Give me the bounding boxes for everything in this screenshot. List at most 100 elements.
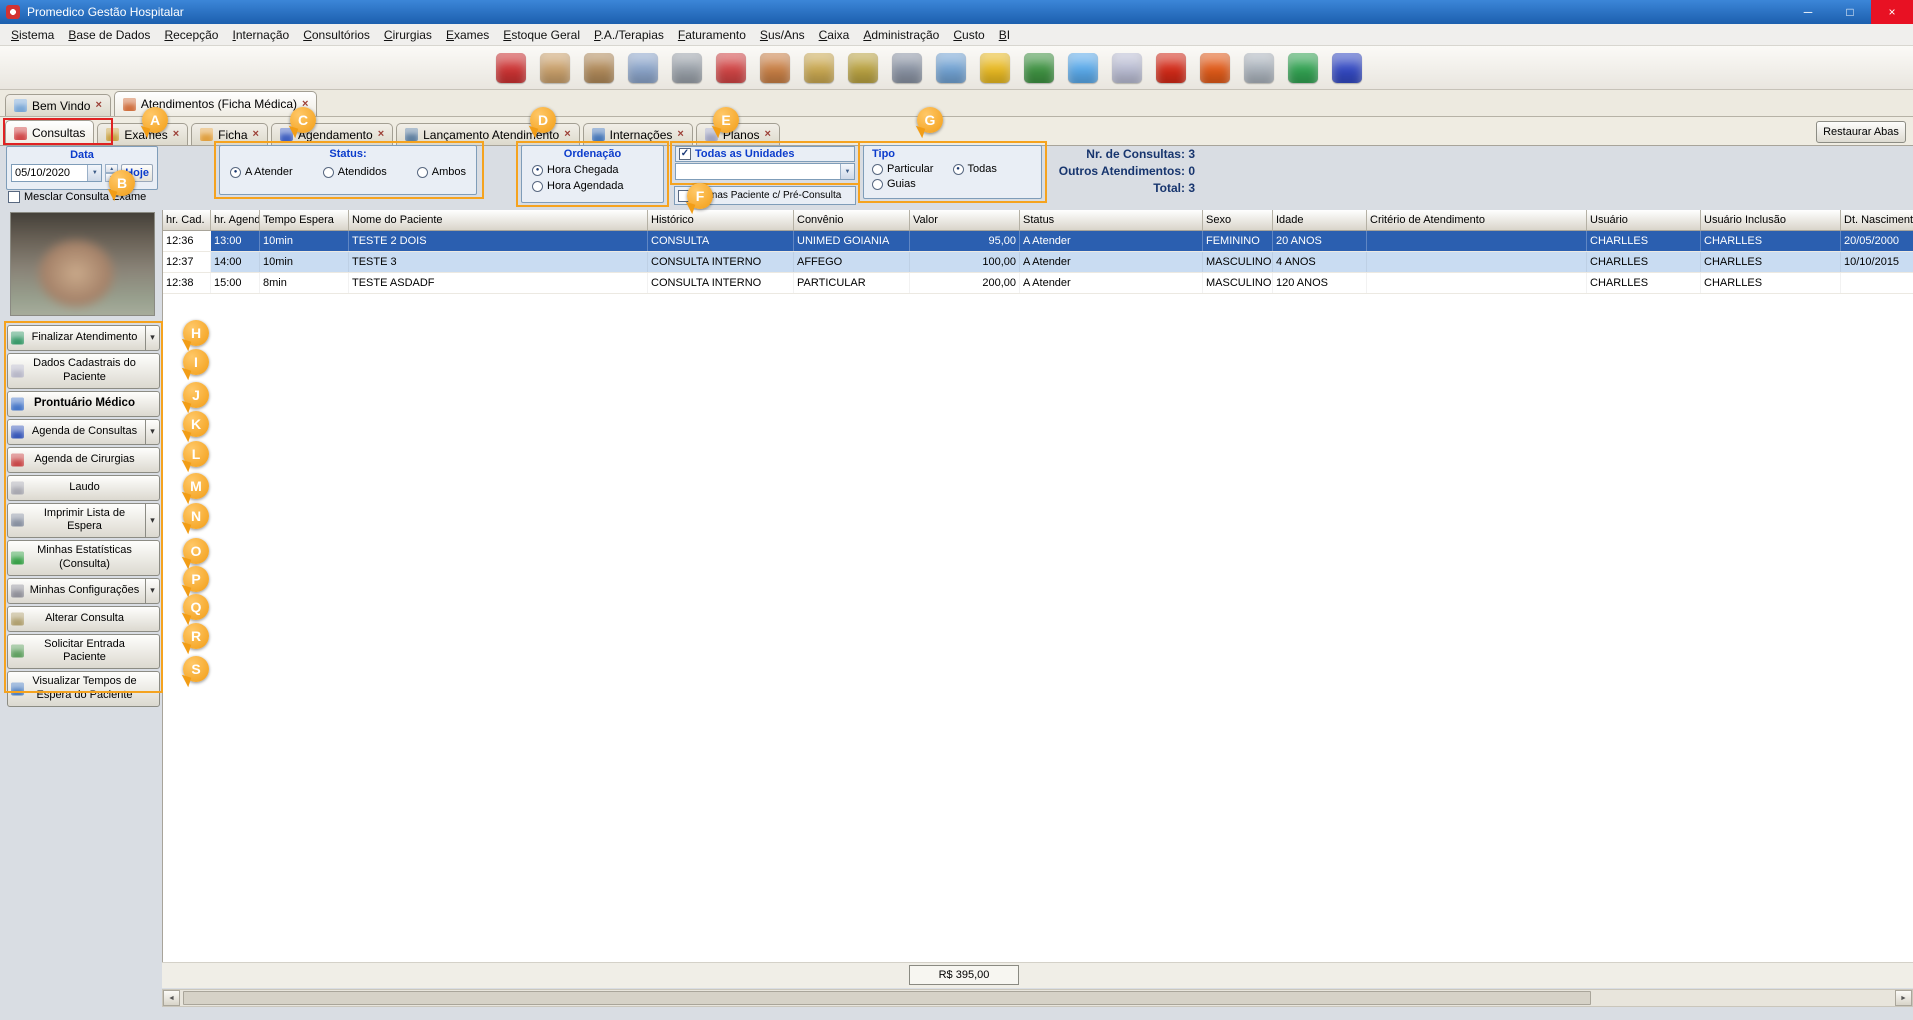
module-tab[interactable]: Ficha × [191, 123, 268, 145]
sidebar-button[interactable]: Prontuário Médico [7, 391, 160, 417]
documents-icon[interactable] [1112, 53, 1142, 83]
menu-item[interactable]: Sistema [4, 24, 61, 46]
scrollbar-thumb[interactable] [183, 991, 1591, 1005]
billing-icon[interactable] [804, 53, 834, 83]
hospitalization-icon[interactable] [628, 53, 658, 83]
column-header[interactable]: hr. Agend. [211, 210, 260, 230]
patients-icon[interactable] [540, 53, 570, 83]
column-header[interactable]: Usuário [1587, 210, 1701, 230]
minimize-button[interactable]: ─ [1787, 0, 1829, 24]
menu-item[interactable]: Administração [856, 24, 946, 46]
horizontal-scrollbar[interactable] [162, 989, 1913, 1007]
date-input[interactable]: 05/10/2020 [11, 164, 102, 182]
dropdown-arrow-icon[interactable] [840, 164, 854, 179]
dropdown-arrow-icon[interactable] [145, 326, 159, 350]
menu-item[interactable]: Custo [946, 24, 991, 46]
ambulance-icon[interactable] [716, 53, 746, 83]
scroll-right-icon[interactable] [1895, 990, 1912, 1006]
tab-close-icon[interactable]: × [564, 129, 570, 140]
type-radio-option[interactable]: Guias [872, 178, 953, 190]
menu-item[interactable]: Caixa [812, 24, 857, 46]
maximize-button[interactable]: □ [1829, 0, 1871, 24]
type-radio-option[interactable]: ● Todas [953, 163, 1034, 175]
sidebar-button[interactable]: Alterar Consulta [7, 606, 160, 632]
sidebar-button[interactable]: Agenda de Consultas [7, 419, 160, 445]
monitor-icon[interactable] [1288, 53, 1318, 83]
column-header[interactable]: Histórico [648, 210, 794, 230]
column-header[interactable]: Valor [910, 210, 1020, 230]
column-header[interactable]: Tempo Espera [260, 210, 349, 230]
units-dropdown[interactable] [675, 163, 855, 180]
chat-icon[interactable] [1068, 53, 1098, 83]
menu-item[interactable]: Cirurgias [377, 24, 439, 46]
table-row[interactable]: 12:3815:008minTESTE ASDADFCONSULTA INTER… [163, 273, 1913, 294]
sidebar-button[interactable]: Agenda de Cirurgias [7, 447, 160, 473]
column-header[interactable]: Sexo [1203, 210, 1273, 230]
module-tab[interactable]: Internações × [583, 123, 693, 145]
table-row[interactable]: 12:3714:0010minTESTE 3CONSULTA INTERNOAF… [163, 252, 1913, 273]
menu-item[interactable]: Estoque Geral [496, 24, 587, 46]
menu-item[interactable]: Faturamento [671, 24, 753, 46]
safe-icon[interactable] [892, 53, 922, 83]
finance-icon[interactable] [848, 53, 878, 83]
tab-close-icon[interactable]: × [253, 129, 259, 140]
close-button[interactable]: × [1871, 0, 1913, 24]
promedico-icon[interactable] [496, 53, 526, 83]
phone-icon[interactable] [980, 53, 1010, 83]
scroll-left-icon[interactable] [163, 990, 180, 1006]
tab-close-icon[interactable]: × [677, 129, 683, 140]
table-row[interactable]: 12:3613:0010minTESTE 2 DOISCONSULTAUNIME… [163, 231, 1913, 252]
bi-icon[interactable] [1332, 53, 1362, 83]
status-radio-option[interactable]: ● A Atender [230, 166, 293, 178]
column-header[interactable]: Status [1020, 210, 1203, 230]
reports-icon[interactable] [936, 53, 966, 83]
dropdown-arrow-icon[interactable] [145, 504, 159, 538]
pharmacy-icon[interactable] [760, 53, 790, 83]
column-header[interactable]: Idade [1273, 210, 1367, 230]
column-header[interactable]: Convênio [794, 210, 910, 230]
ordering-radio-option[interactable]: Hora Agendada [532, 180, 663, 192]
sidebar-button[interactable]: Imprimir Lista de Espera [7, 503, 160, 539]
sidebar-button[interactable]: Finalizar Atendimento [7, 325, 160, 351]
sidebar-button[interactable]: Laudo [7, 475, 160, 501]
dropdown-arrow-icon[interactable] [145, 420, 159, 444]
menu-item[interactable]: Sus/Ans [753, 24, 812, 46]
tab-close-icon[interactable]: × [765, 129, 771, 140]
column-header[interactable]: hr. Cad. [163, 210, 211, 230]
printer-icon[interactable] [1244, 53, 1274, 83]
status-radio-option[interactable]: Atendidos [323, 166, 387, 178]
menu-item[interactable]: Consultórios [296, 24, 377, 46]
menu-item[interactable]: BI [992, 24, 1017, 46]
sidebar-button[interactable]: Dados Cadastrais do Paciente [7, 353, 160, 389]
column-header[interactable]: Dt. Nascimento [1841, 210, 1913, 230]
power-icon[interactable] [1156, 53, 1186, 83]
date-dropdown-icon[interactable] [87, 165, 101, 181]
consultation-icon[interactable] [672, 53, 702, 83]
column-header[interactable]: Usuário Inclusão [1701, 210, 1841, 230]
all-units-checkbox[interactable]: ✓ Todas as Unidades [675, 146, 855, 162]
dropdown-arrow-icon[interactable] [145, 579, 159, 603]
sidebar-button[interactable]: Minhas Estatísticas (Consulta) [7, 540, 160, 576]
ordering-radio-option[interactable]: ● Hora Chegada [532, 164, 663, 176]
e-billing-icon[interactable] [1200, 53, 1230, 83]
sidebar-button[interactable]: Solicitar Entrada Paciente [7, 634, 160, 670]
column-header[interactable]: Nome do Paciente [349, 210, 648, 230]
type-radio-option[interactable]: Particular [872, 163, 953, 175]
restore-tabs-button[interactable]: Restaurar Abas [1816, 121, 1906, 143]
menu-item[interactable]: Recepção [157, 24, 225, 46]
module-tab[interactable]: Consultas [5, 120, 94, 145]
sidebar-button[interactable]: Visualizar Tempos de Espera do Paciente [7, 671, 160, 707]
sidebar-button[interactable]: Minhas Configurações [7, 578, 160, 604]
menu-item[interactable]: Internação [225, 24, 296, 46]
reception-icon[interactable] [584, 53, 614, 83]
tab-close-icon[interactable]: × [95, 100, 101, 111]
document-tab[interactable]: Bem Vindo × [5, 94, 111, 116]
title-bar[interactable]: Promedico Gestão Hospitalar ─ □ × [0, 0, 1913, 24]
menu-item[interactable]: Base de Dados [61, 24, 157, 46]
menu-item[interactable]: Exames [439, 24, 496, 46]
tab-close-icon[interactable]: × [378, 129, 384, 140]
status-radio-option[interactable]: Ambos [417, 166, 466, 178]
records-icon[interactable] [1024, 53, 1054, 83]
column-header[interactable]: Critério de Atendimento [1367, 210, 1587, 230]
menu-item[interactable]: P.A./Terapias [587, 24, 671, 46]
